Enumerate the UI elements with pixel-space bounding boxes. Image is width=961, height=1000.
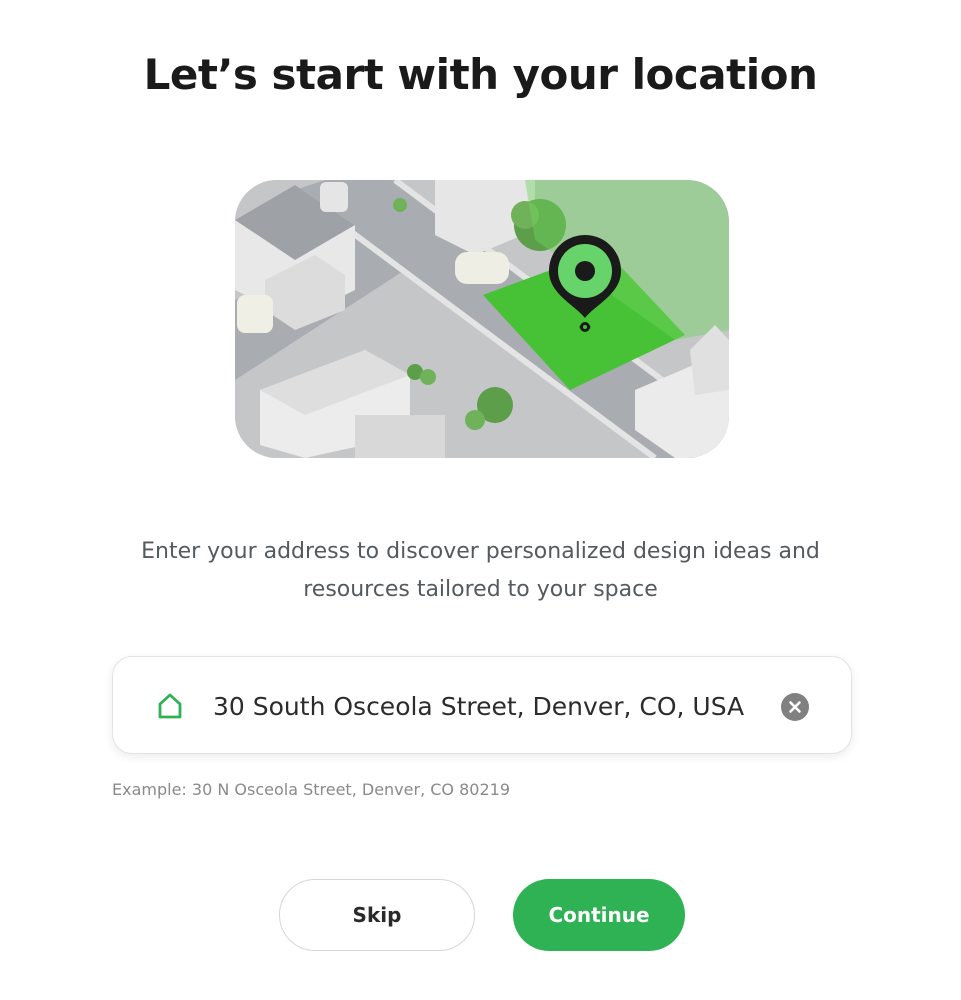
neighborhood-map-illustration: [235, 180, 729, 458]
address-field[interactable]: [112, 656, 852, 754]
clear-icon[interactable]: [781, 693, 809, 721]
address-example-hint: Example: 30 N Osceola Street, Denver, CO…: [112, 780, 510, 799]
page-title: Let’s start with your location: [143, 50, 818, 99]
page-subtitle: Enter your address to discover personali…: [141, 539, 820, 602]
onboarding-location-page: Let’s start with your location Enter you…: [0, 0, 961, 1000]
home-icon: [155, 691, 185, 721]
continue-button[interactable]: Continue: [513, 879, 685, 951]
skip-button[interactable]: Skip: [279, 879, 475, 951]
address-input[interactable]: [213, 683, 773, 729]
